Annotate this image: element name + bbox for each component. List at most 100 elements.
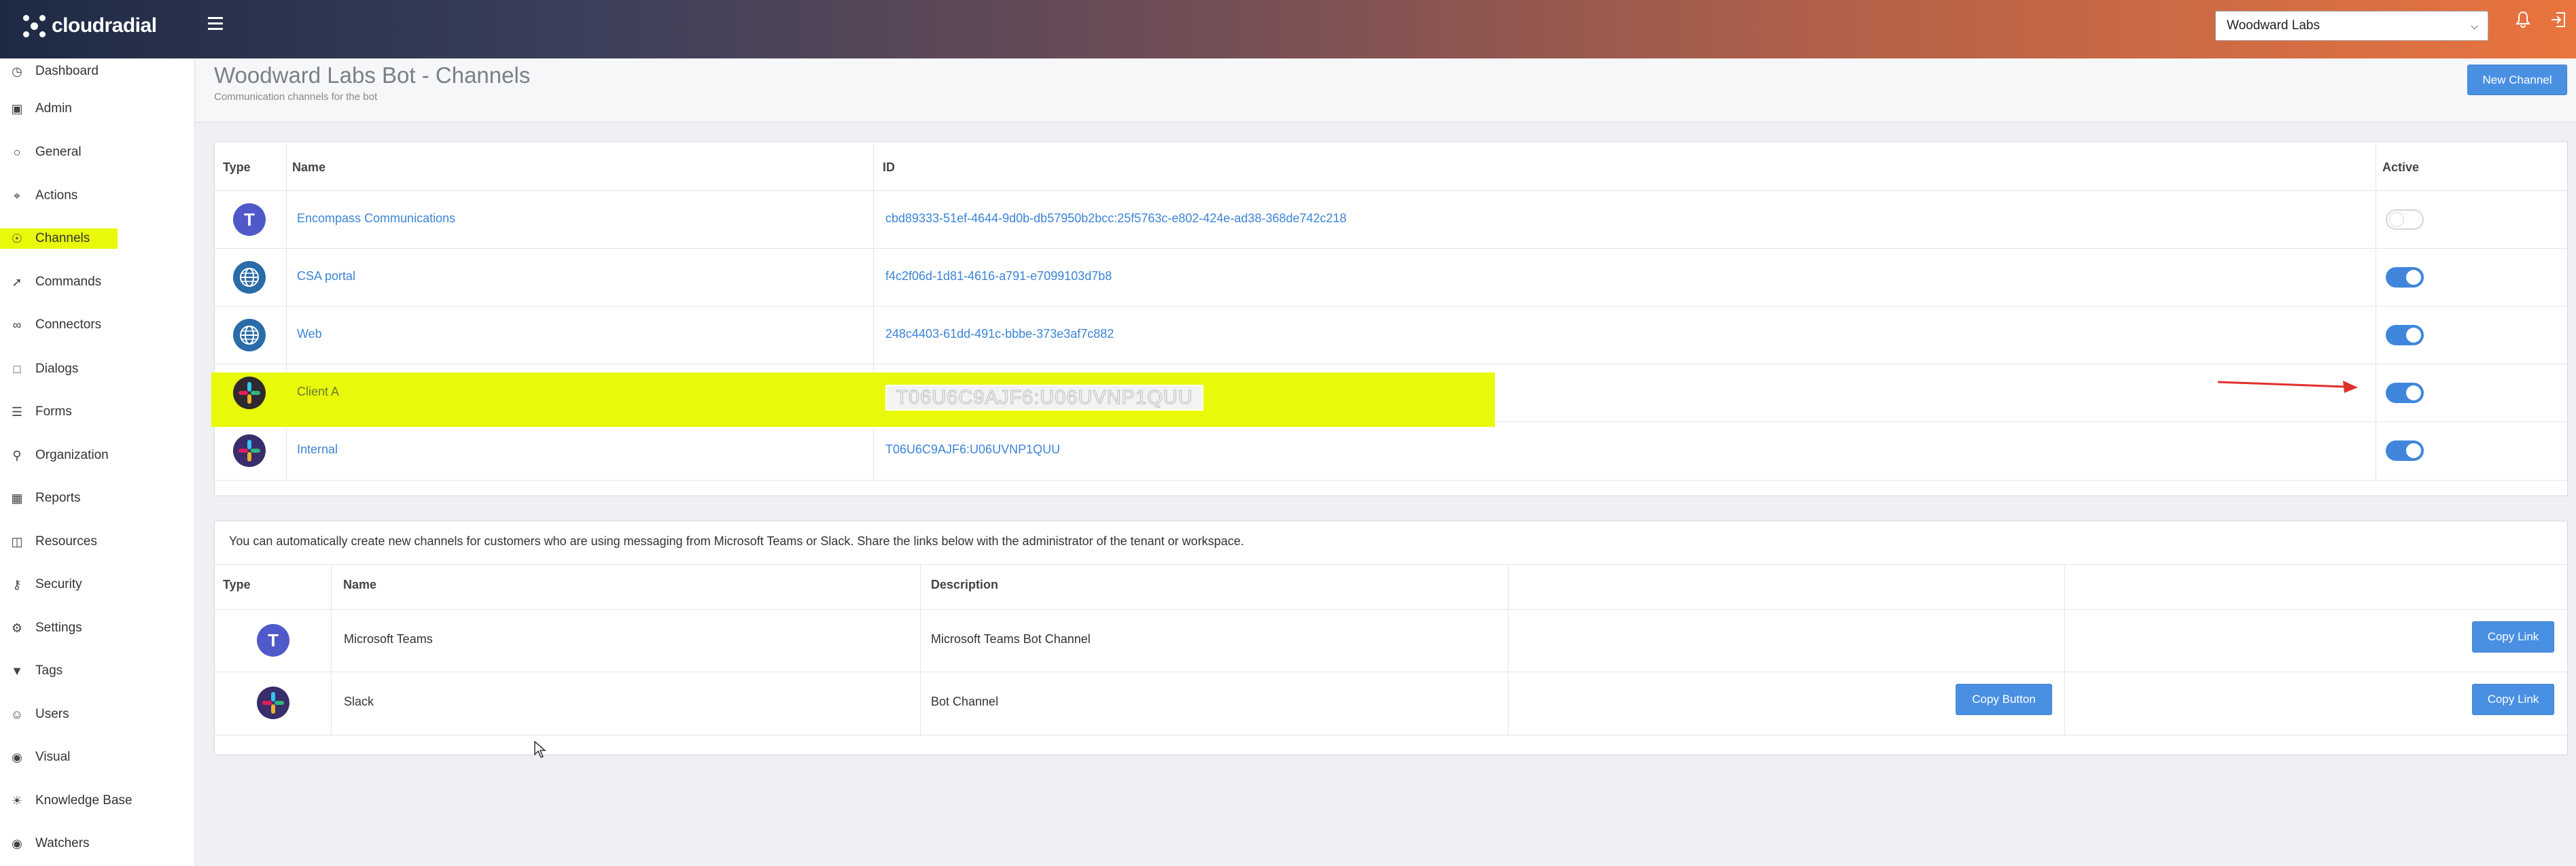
integration-name: Slack [344,695,374,708]
globe-icon [233,319,266,351]
page-header: Woodward Labs Bot - Channels Communicati… [195,58,2576,122]
menu-toggle-icon[interactable] [208,17,223,31]
user-icon: ☺ [10,707,24,721]
page-subtitle: Communication channels for the bot [214,91,378,103]
channels-panel [214,141,2568,496]
sidebar-item-reports[interactable]: ▦ Reports [0,484,195,513]
sidebar-item-settings[interactable]: ⚙ Settings [0,614,195,642]
sidebar-item-tags[interactable]: ▼ Tags [0,657,195,685]
key-icon: ⚷ [12,577,22,591]
sidebar-item-general[interactable]: ○ General [0,138,195,167]
dialog-icon: □ [13,362,21,376]
column-divider [331,565,332,735]
column-divider [2064,565,2065,735]
active-toggle[interactable] [2386,267,2424,288]
channel-id[interactable]: 248c4403-61dd-491c-bbbe-373e3af7c882 [885,327,1114,341]
sidebar-item-label: Organization [35,448,109,462]
sidebar-item-label: Admin [35,101,72,116]
sidebar-item-security[interactable]: ⚷ Security [0,570,195,599]
tenant-select-value: Woodward Labs [2227,18,2320,33]
sidebar-item-label: Security [35,577,82,591]
page-title: Woodward Labs Bot - Channels [214,63,531,88]
bell-icon[interactable] [2515,11,2531,33]
sidebar-item-organization[interactable]: ⚲ Organization [0,441,195,470]
sidebar-item-connectors[interactable]: ∞ Connectors [0,311,195,339]
sidebar-item-resources[interactable]: ◫ Resources [0,527,195,556]
active-toggle[interactable] [2386,325,2424,345]
globe-icon [233,261,266,294]
channel-id: T06U6C9AJF6:U06UVNP1QUU [896,386,1193,409]
sidebar-item-visual[interactable]: ◉ Visual [0,743,195,772]
channel-id[interactable]: f4c2f06d-1d81-4616-a791-e7099103d7b8 [885,269,1112,283]
briefcase-icon: ▣ [11,101,23,116]
sidebar-item-knowledge-base[interactable]: ☀ Knowledge Base [0,786,195,815]
lightbulb-icon: ☀ [11,793,23,808]
copy-button-button[interactable]: Copy Button [1956,684,2052,715]
brand-name: cloudradial [52,14,157,37]
active-toggle[interactable] [2386,209,2424,230]
slack-icon [233,434,266,467]
row-divider [215,248,2567,249]
channel-id[interactable]: cbd89333-51ef-4644-9d0b-db57950b2bcc:25f… [885,211,1347,226]
sidebar-item-label: Actions [35,188,78,203]
chevron-down-icon: ⌵ [2471,20,2478,31]
column-header-name: Name [292,160,326,174]
copy-link-button[interactable]: Copy Link [2472,621,2554,653]
column-divider [920,565,921,735]
microsoft-teams-icon: T [233,203,266,236]
sidebar-item-actions[interactable]: ⌖ Actions [0,181,195,210]
sidebar-item-label: Users [35,707,69,721]
new-channel-button[interactable]: New Channel [2467,65,2567,95]
active-toggle[interactable] [2386,383,2424,403]
list-icon: ☰ [11,404,23,419]
sidebar-item-label: Settings [35,621,82,635]
column-divider [286,144,287,480]
globe-icon: ☉ [11,231,23,245]
sidebar-item-label: General [35,145,82,159]
sidebar-item-admin[interactable]: ▣ Admin [0,94,195,123]
sidebar-item-watchers[interactable]: ◉ Watchers [0,829,195,858]
microsoft-teams-icon: T [257,624,289,657]
logout-icon[interactable] [2549,11,2567,33]
auto-create-panel [214,521,2568,755]
sidebar: ◷ Dashboard ▣ Admin ○ General ⌖ Actions … [0,58,195,866]
highlight-annotation [211,373,1495,427]
brand-logo[interactable]: cloudradial [20,12,157,39]
column-header-id: ID [883,160,895,174]
tenant-select[interactable]: Woodward Labs ⌵ [2215,11,2488,41]
sidebar-item-label: Commands [35,275,102,289]
column-divider [873,144,874,480]
channel-name-link[interactable]: Client A [297,385,339,399]
active-toggle[interactable] [2386,440,2424,461]
sidebar-item-label: Channels [35,231,90,245]
channel-name-link[interactable]: Internal [297,443,338,457]
sidebar-item-label: Watchers [35,836,90,850]
row-divider [215,306,2567,307]
mouse-cursor-icon [534,741,546,758]
grid-icon: ▦ [11,491,23,505]
sidebar-item-dashboard[interactable]: ◷ Dashboard [0,57,195,86]
logo-icon [20,12,48,39]
sidebar-item-users[interactable]: ☺ Users [0,700,195,729]
tag-icon: ▼ [11,663,23,678]
copy-link-button[interactable]: Copy Link [2472,684,2554,715]
eye-icon: ◉ [12,836,22,850]
channel-name-link[interactable]: Web [297,327,322,341]
sidebar-item-label: Reports [35,491,81,505]
sidebar-item-dialogs[interactable]: □ Dialogs [0,355,195,383]
channel-id-box[interactable]: T06U6C9AJF6:U06UVNP1QUU [885,385,1203,411]
auto-create-info: You can automatically create new channel… [229,534,1244,548]
sidebar-item-label: Visual [35,750,71,764]
channel-name-link[interactable]: Encompass Communications [297,211,455,226]
sidebar-item-commands[interactable]: ➚ Commands [0,268,195,296]
column-header-description: Description [931,578,999,591]
sidebar-item-label: Connectors [35,317,102,332]
sidebar-item-label: Knowledge Base [35,793,133,808]
channel-name-link[interactable]: CSA portal [297,269,355,283]
dashboard-icon: ◷ [12,64,22,78]
org-icon: ⚲ [12,448,22,462]
sidebar-item-channels[interactable]: ☉ Channels [0,224,195,253]
sidebar-item-label: Dialogs [35,362,79,376]
channel-id[interactable]: T06U6C9AJF6:U06UVNP1QUU [885,443,1060,457]
sidebar-item-forms[interactable]: ☰ Forms [0,398,195,426]
